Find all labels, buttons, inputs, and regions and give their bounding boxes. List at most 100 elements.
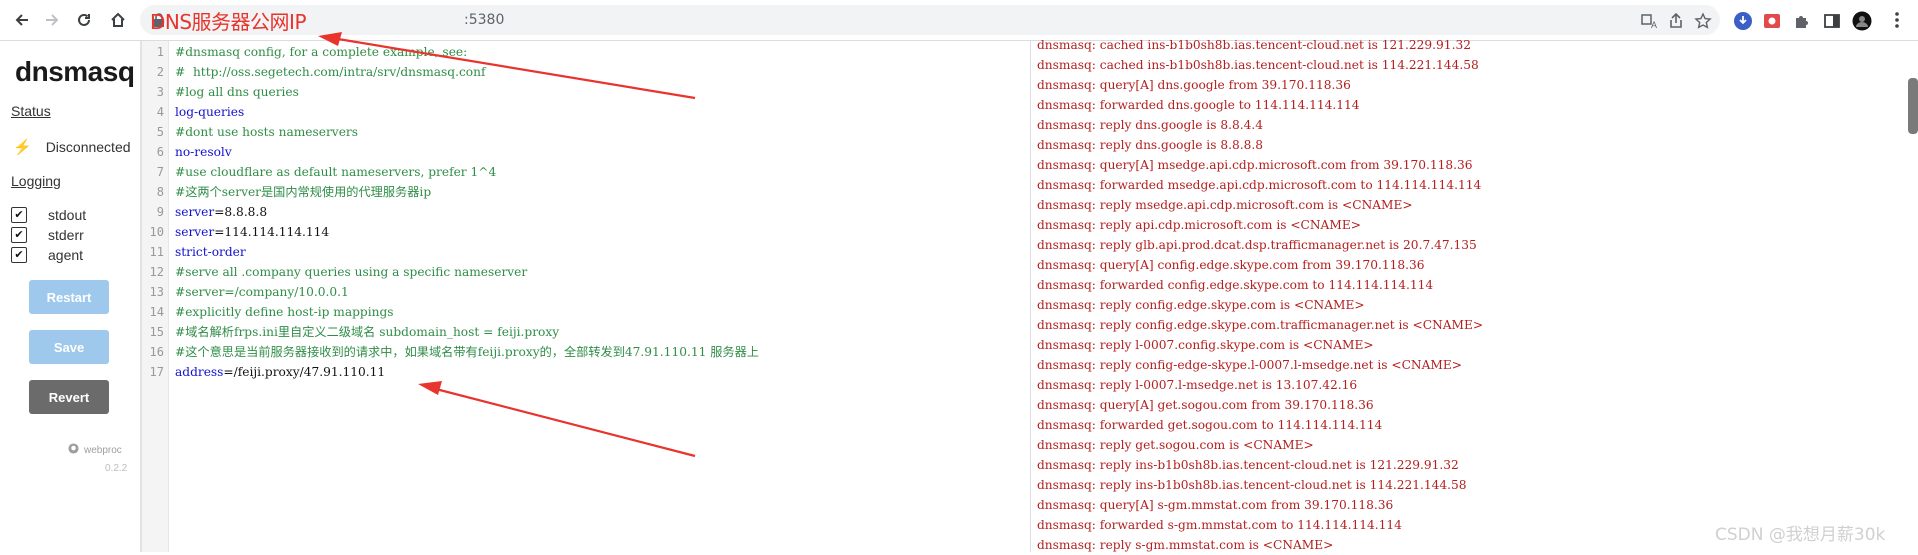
app-title: dnsmasq <box>15 56 135 87</box>
code-comment: #log all dns queries <box>175 85 299 99</box>
code-value: =114.114.114.114 <box>214 225 330 239</box>
status-heading[interactable]: Status <box>11 103 51 119</box>
translate-icon[interactable]: A <box>1640 12 1658 30</box>
lightning-bolt-icon: ⚡ <box>13 139 32 156</box>
logging-option-label: agent <box>48 247 84 263</box>
code-directive: server <box>175 225 215 239</box>
log-line: dnsmasq: reply dns.google is 8.8.8.8 <box>1037 138 1263 152</box>
log-line: dnsmasq: query[A] config.edge.skype.com … <box>1037 258 1425 272</box>
code-text: #serve all .company queries using a spec… <box>175 262 527 282</box>
reload-icon[interactable] <box>72 8 96 32</box>
log-output-panel[interactable]: dnsmasq: cached ins-b1b0sh8b.ias.tencent… <box>1030 38 1911 552</box>
code-directive: server <box>175 205 215 219</box>
log-scrollbar[interactable] <box>1908 78 1918 134</box>
config-editor[interactable]: 1 #dnsmasq config, for a complete example… <box>142 41 1028 552</box>
url-annotation: DNS服务器公网IP <box>150 10 307 34</box>
line-number: 10 <box>149 225 164 239</box>
checkbox-checked-icon[interactable]: ✔ <box>11 227 27 243</box>
code-comment: # http://oss.segetech.com/intra/srv/dnsm… <box>175 65 486 79</box>
code-text: #server=/company/10.0.0.1 <box>175 282 349 302</box>
code-directive: address <box>175 365 224 379</box>
logging-option-stdout[interactable]: ✔ stdout <box>11 207 86 223</box>
line-number: 12 <box>149 265 164 279</box>
log-line: dnsmasq: reply s-gm.mmstat.com is <CNAME… <box>1037 538 1334 552</box>
logging-option-label: stdout <box>48 207 87 223</box>
logging-heading[interactable]: Logging <box>11 173 61 189</box>
code-text: server=114.114.114.114 <box>175 222 329 242</box>
line-number: 9 <box>156 205 164 219</box>
line-number: 1 <box>156 45 164 59</box>
line-number: 2 <box>156 65 164 79</box>
log-line: dnsmasq: reply config.edge.skype.com.tra… <box>1037 318 1484 332</box>
line-number: 6 <box>156 145 164 159</box>
code-directive: strict-order <box>175 245 246 259</box>
code-text: #dnsmasq config, for a complete example,… <box>175 42 467 62</box>
version-label: 0.2.2 <box>105 463 128 474</box>
checkbox-checked-icon[interactable]: ✔ <box>11 207 27 223</box>
sidebar: dnsmasq Status ⚡ Disconnected Logging ✔ … <box>0 41 142 552</box>
log-line: dnsmasq: forwarded dns.google to 114.114… <box>1037 98 1360 112</box>
log-line: dnsmasq: reply ins-b1b0sh8b.ias.tencent-… <box>1037 458 1459 472</box>
restart-button[interactable]: Restart <box>29 280 109 314</box>
line-number: 7 <box>156 165 164 179</box>
address-bar[interactable]: :5380 A <box>140 5 1720 35</box>
code-comment: #dnsmasq config, for a complete example,… <box>175 45 468 59</box>
log-line: dnsmasq: reply dns.google is 8.8.4.4 <box>1037 118 1263 132</box>
code-directive: no-resolv <box>175 145 232 159</box>
log-line: dnsmasq: reply api.cdp.microsoft.com is … <box>1037 218 1361 232</box>
code-text: #这两个server是国内常规使用的代理服务器ip <box>175 182 431 202</box>
log-line: dnsmasq: reply config.edge.skype.com is … <box>1037 298 1365 312</box>
log-line: dnsmasq: query[A] msedge.api.cdp.microso… <box>1037 158 1473 172</box>
code-text: strict-order <box>175 242 246 262</box>
code-comment: #这个意思是当前服务器接收到的请求中，如果域名带有feiji.proxy的，全部… <box>175 345 759 359</box>
browser-menu-icon[interactable] <box>1885 8 1909 32</box>
revert-button[interactable]: Revert <box>29 380 109 414</box>
logging-option-stderr[interactable]: ✔ stderr <box>11 227 84 243</box>
log-line: dnsmasq: forwarded msedge.api.cdp.micros… <box>1037 178 1482 192</box>
side-panel-icon[interactable] <box>1822 11 1842 31</box>
log-line: dnsmasq: cached ins-b1b0sh8b.ias.tencent… <box>1037 58 1479 72</box>
line-number: 11 <box>149 245 164 259</box>
download-extension-icon[interactable] <box>1733 11 1753 31</box>
log-line: dnsmasq: query[A] get.sogou.com from 39.… <box>1037 398 1374 412</box>
log-line: dnsmasq: cached ins-b1b0sh8b.ias.tencent… <box>1037 38 1471 52</box>
bookmark-star-icon[interactable] <box>1694 12 1712 30</box>
profile-avatar-icon[interactable] <box>1852 11 1872 31</box>
log-line: dnsmasq: query[A] dns.google from 39.170… <box>1037 78 1351 92</box>
browser-toolbar: :5380 A DNS服务器公网IP <box>0 0 1918 41</box>
screen-capture-extension-icon[interactable] <box>1762 11 1782 31</box>
connection-status: ⚡ Disconnected <box>13 138 131 156</box>
code-text: address=/feiji.proxy/47.91.110.11 <box>175 362 385 382</box>
save-button[interactable]: Save <box>29 330 109 364</box>
line-number: 4 <box>156 105 164 119</box>
log-line: dnsmasq: reply msedge.api.cdp.microsoft.… <box>1037 198 1413 212</box>
code-comment: #域名解析frps.ini里自定义二级域名 subdomain_host = f… <box>175 325 560 339</box>
code-text: #域名解析frps.ini里自定义二级域名 subdomain_host = f… <box>175 322 559 342</box>
logging-option-label: stderr <box>48 227 84 243</box>
code-text: # http://oss.segetech.com/intra/srv/dnsm… <box>175 62 486 82</box>
line-number: 14 <box>149 305 164 319</box>
log-line: dnsmasq: reply glb.api.prod.dcat.dsp.tra… <box>1037 238 1477 252</box>
log-line: dnsmasq: reply config-edge-skype.l-0007.… <box>1037 358 1462 372</box>
home-icon[interactable] <box>106 8 130 32</box>
log-line: dnsmasq: reply get.sogou.com is <CNAME> <box>1037 438 1314 452</box>
code-value: =/feiji.proxy/47.91.110.11 <box>223 365 386 379</box>
code-value: =8.8.8.8 <box>214 205 268 219</box>
status-text: Disconnected <box>45 139 131 155</box>
webproc-label: webproc <box>84 444 122 456</box>
line-number: 16 <box>149 345 164 359</box>
extensions-puzzle-icon[interactable] <box>1792 11 1812 31</box>
line-number: 5 <box>156 125 164 139</box>
log-line: dnsmasq: forwarded s-gm.mmstat.com to 11… <box>1037 518 1402 532</box>
back-icon[interactable] <box>10 8 34 32</box>
forward-icon[interactable] <box>40 8 64 32</box>
code-directive: log-queries <box>175 105 245 119</box>
code-text: log-queries <box>175 102 244 122</box>
code-comment: #serve all .company queries using a spec… <box>175 265 528 279</box>
checkbox-checked-icon[interactable]: ✔ <box>11 247 27 263</box>
webproc-link[interactable]: webproc <box>68 443 122 457</box>
line-number: 3 <box>156 85 164 99</box>
logging-option-agent[interactable]: ✔ agent <box>11 247 83 263</box>
log-line: dnsmasq: reply l-0007.config.skype.com i… <box>1037 338 1374 352</box>
share-icon[interactable] <box>1667 12 1685 30</box>
